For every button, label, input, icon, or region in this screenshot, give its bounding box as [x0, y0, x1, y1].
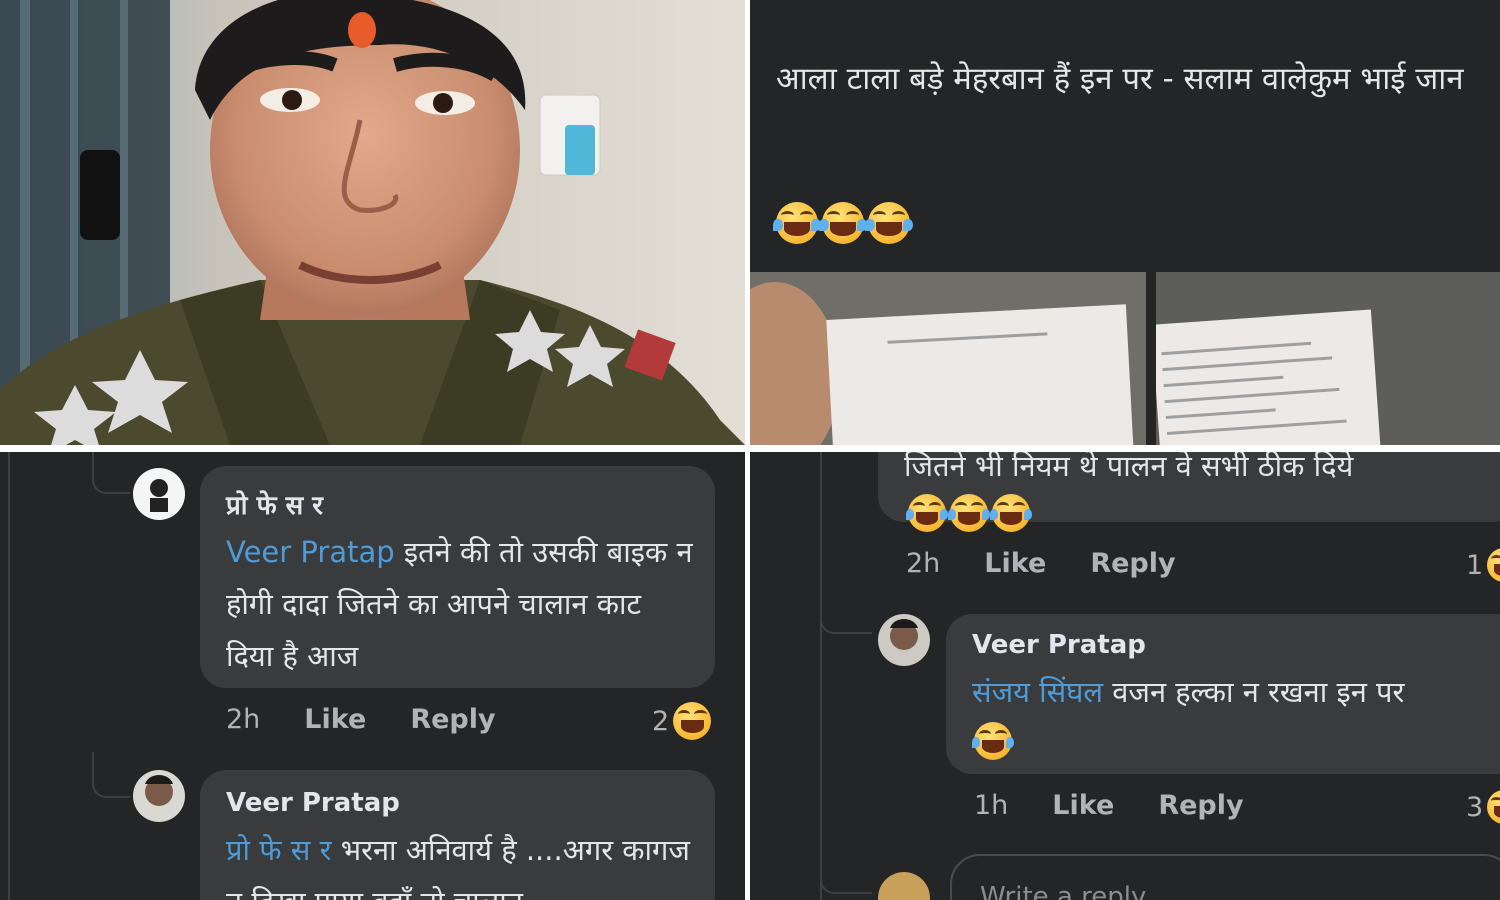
- challan-receipt-photo[interactable]: [1156, 272, 1500, 445]
- comment-thread-left: प्रो फे स र Veer Pratap इतने की तो उसकी …: [0, 452, 745, 900]
- like-button[interactable]: Like: [984, 548, 1046, 579]
- comment-timestamp: 2h: [226, 704, 261, 735]
- laughing-emoji-icon: [1487, 548, 1500, 582]
- laughing-emoji-icon: [673, 702, 712, 740]
- reply-input[interactable]: Write a reply...: [950, 854, 1500, 900]
- laughing-crying-emoji-icon: [773, 202, 821, 244]
- current-user-avatar[interactable]: [878, 872, 930, 900]
- thread-connector: [92, 752, 130, 798]
- officer-portrait-image: [0, 0, 745, 445]
- thread-connector: [92, 452, 130, 494]
- reaction-count[interactable]: 3: [1466, 790, 1500, 824]
- thread-connector: [820, 572, 872, 634]
- laughing-crying-emoji-icon: [865, 202, 913, 244]
- avatar[interactable]: [878, 614, 930, 666]
- comment-actions: 2h Like Reply: [226, 704, 496, 735]
- comment-thread-right: जितने भी नियम थे पालन वे सभी ठीक दिये 2h…: [750, 452, 1500, 900]
- thread-connector: [820, 832, 872, 894]
- comment-actions: 2h Like Reply: [906, 548, 1176, 579]
- comment-timestamp: 1h: [974, 790, 1009, 821]
- comment-bubble: प्रो फे स र Veer Pratap इतने की तो उसकी …: [200, 466, 715, 688]
- like-button[interactable]: Like: [1052, 790, 1114, 821]
- facebook-post: आला टाला बड़े मेहरबान हैं इन पर - सलाम व…: [750, 0, 1500, 445]
- receipt-paper: [1156, 309, 1381, 445]
- mention-link[interactable]: प्रो फे स र: [226, 833, 332, 867]
- reaction-count[interactable]: 1: [1466, 548, 1500, 582]
- thumb-shape: [750, 282, 840, 445]
- reply-button[interactable]: Reply: [410, 704, 495, 735]
- rofl-emoji-icon: [971, 722, 1015, 760]
- comment-emoji-row: [905, 494, 1033, 532]
- comment-timestamp: 2h: [906, 548, 941, 579]
- comment-text: Veer Pratap इतने की तो उसकी बाइक न होगी …: [226, 535, 693, 673]
- comment-author[interactable]: Veer Pratap: [972, 630, 1146, 660]
- comment-text: संजय सिंघल वजन हल्का न रखना इन पर: [972, 675, 1405, 709]
- laughing-crying-emoji-icon: [819, 202, 867, 244]
- like-button[interactable]: Like: [304, 704, 366, 735]
- post-text: आला टाला बड़े मेहरबान हैं इन पर - सलाम व…: [776, 61, 1464, 97]
- avatar[interactable]: [133, 770, 185, 822]
- avatar[interactable]: [133, 468, 185, 520]
- comment-bubble: जितने भी नियम थे पालन वे सभी ठीक दिये: [878, 452, 1500, 532]
- officer-photo: [0, 0, 745, 445]
- thread-line: [8, 452, 10, 900]
- receipt-paper: [826, 304, 1134, 445]
- comment-bubble: Veer Pratap संजय सिंघल वजन हल्का न रखना …: [946, 614, 1500, 774]
- comment-bubble: Veer Pratap प्रो फे स र भरना अनिवार्य है…: [200, 770, 715, 900]
- post-emoji-row: [773, 202, 913, 244]
- laughing-emoji-icon: [1487, 790, 1500, 824]
- rofl-emoji-icon: [905, 494, 949, 532]
- challan-receipt-photo[interactable]: [750, 272, 1146, 445]
- mention-link[interactable]: Veer Pratap: [226, 535, 395, 569]
- comment-actions: 1h Like Reply: [974, 790, 1244, 821]
- comment-author[interactable]: Veer Pratap: [226, 788, 400, 818]
- mention-link[interactable]: संजय सिंघल: [972, 675, 1103, 709]
- reaction-count[interactable]: 2: [652, 702, 712, 740]
- comment-text: प्रो फे स र भरना अनिवार्य है ....अगर काग…: [226, 833, 690, 900]
- comment-text: जितने भी नियम थे पालन वे सभी ठीक दिये: [904, 452, 1354, 483]
- rofl-emoji-icon: [989, 494, 1033, 532]
- reply-button[interactable]: Reply: [1158, 790, 1243, 821]
- reply-button[interactable]: Reply: [1090, 548, 1175, 579]
- comment-author[interactable]: प्रो फे स र: [226, 486, 323, 522]
- reply-placeholder: Write a reply...: [980, 882, 1168, 900]
- rofl-emoji-icon: [947, 494, 991, 532]
